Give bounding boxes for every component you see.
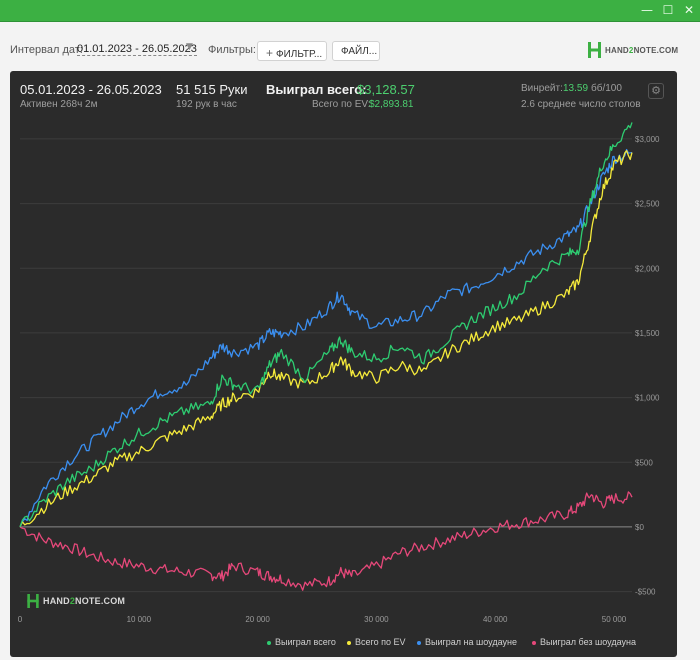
hand2note-logo: HAND2NOTE.COM (588, 42, 678, 58)
logo-text: HAND2NOTE.COM (605, 45, 679, 55)
y-axis-ticks: $3,000 $2,500 $2,000 $1,500 $1,000 $500 $0 -$50… (635, 135, 660, 597)
logo-h-icon (27, 594, 39, 608)
stats-panel: 05.01.2023 - 26.05.2023 Активен 268ч 2м … (10, 71, 677, 657)
x-tick-label: 30 000 (364, 615, 389, 624)
chevron-down-icon[interactable]: ▼ (186, 42, 193, 52)
x-tick-label: 0 (18, 615, 23, 624)
legend-label: Всего по EV (355, 637, 406, 647)
legend-dot-icon (532, 640, 536, 645)
title-bar: — ☐ ✕ (0, 0, 700, 22)
legend-item[interactable]: Выиграл всего (267, 637, 336, 647)
chart-series (19, 122, 633, 591)
legend-dot-icon (417, 640, 421, 645)
y-tick-label: $0 (635, 523, 644, 532)
y-tick-label: $3,000 (635, 135, 660, 144)
legend-dot-icon (347, 640, 351, 645)
filter-button[interactable]: + ФИЛЬТР... (257, 41, 327, 61)
y-tick-label: -$500 (635, 588, 656, 597)
chart-watermark-logo: HAND2NOTE.COM (27, 594, 125, 608)
legend-item[interactable]: Выиграл без шоудауна (532, 637, 636, 647)
x-tick-label: 10 000 (127, 615, 152, 624)
legend-label: Выиграл без шоудауна (540, 637, 636, 647)
x-tick-label: 50 000 (602, 615, 627, 624)
logo-h-icon (588, 42, 601, 58)
legend-label: Выиграл на шоудауне (425, 637, 517, 647)
maximize-icon[interactable]: ☐ (661, 3, 675, 17)
minimize-icon[interactable]: — (640, 3, 654, 17)
close-icon[interactable]: ✕ (682, 3, 696, 17)
filters-label: Фильтры: (208, 44, 256, 56)
legend-item[interactable]: Выиграл на шоудауне (417, 637, 517, 647)
y-tick-label: $2,500 (635, 200, 660, 209)
x-tick-label: 40 000 (483, 615, 508, 624)
y-tick-label: $500 (635, 458, 653, 467)
winnings-chart: $3,000 $2,500 $2,000 $1,500 $1,000 $500 $0 -$50… (18, 122, 660, 624)
file-button[interactable]: ФАЙЛ... (332, 41, 380, 61)
x-tick-label: 20 000 (245, 615, 270, 624)
series-line-showdown (19, 148, 633, 528)
legend-dot-icon (267, 640, 271, 645)
date-range-label: Интервал дат: (10, 44, 83, 56)
legend-item[interactable]: Всего по EV (347, 637, 405, 647)
series-line-nonshowdown (19, 491, 633, 591)
y-tick-label: $2,000 (635, 264, 660, 273)
y-tick-label: $1,500 (635, 329, 660, 338)
series-line-won (19, 122, 633, 528)
logo-text: HAND2NOTE.COM (43, 596, 126, 606)
series-line-ev (19, 150, 633, 528)
legend-label: Выиграл всего (275, 637, 336, 647)
filter-button-label: ФИЛЬТР... (276, 49, 323, 60)
date-range-select[interactable]: 01.01.2023 - 26.05.2023 (77, 43, 197, 56)
plus-icon: + (266, 46, 274, 60)
file-button-label: ФАЙЛ... (341, 46, 378, 57)
chart-grid (20, 138, 632, 593)
y-tick-label: $1,000 (635, 394, 660, 403)
x-axis-ticks: 0 10 000 20 000 30 000 40 000 50 000 (18, 615, 627, 624)
